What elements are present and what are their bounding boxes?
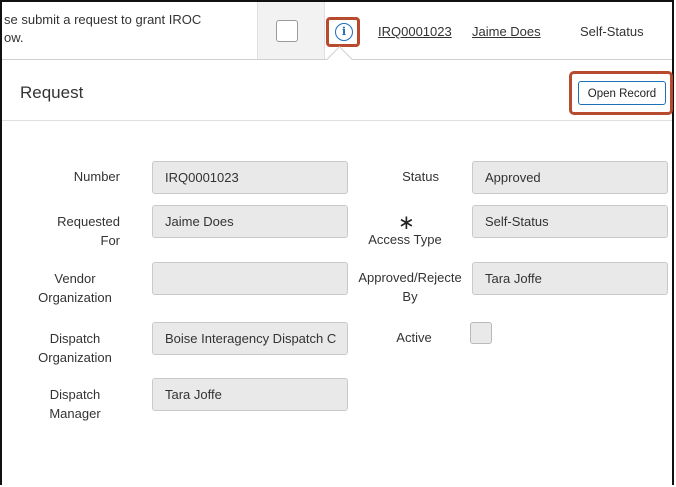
- requested-for-field[interactable]: Jaime Does: [152, 205, 348, 238]
- info-icon[interactable]: i: [335, 23, 353, 41]
- status-label: Status: [402, 169, 439, 184]
- dispatch-manager-label: Dispatch Manager: [49, 387, 101, 421]
- row-select-checkbox[interactable]: [276, 20, 298, 42]
- info-button-highlight: i: [326, 17, 360, 47]
- vendor-organization-label: Vendor Organization: [38, 271, 112, 305]
- status-field[interactable]: Approved: [472, 161, 668, 194]
- row-select-cell: [257, 2, 325, 60]
- vendor-organization-field[interactable]: [152, 262, 348, 295]
- approved-rejected-by-field[interactable]: Tara Joffe: [472, 262, 668, 295]
- record-preview-popover: Request Open Record Number IRQ0001023 Re…: [2, 59, 673, 486]
- approved-rejected-by-label: Approved/Rejecte By: [358, 270, 462, 304]
- row-access-type: Self-Status: [580, 24, 644, 39]
- row-requested-for-link[interactable]: Jaime Does: [472, 24, 541, 39]
- active-label: Active: [396, 330, 432, 345]
- active-checkbox[interactable]: [470, 322, 492, 344]
- open-record-highlight: Open Record: [569, 71, 673, 115]
- row-description: se submit a request to grant IROC ow.: [4, 12, 202, 45]
- dispatch-organization-label: Dispatch Organization: [38, 331, 112, 365]
- dispatch-organization-field[interactable]: Boise Interagency Dispatch C: [152, 322, 348, 355]
- popover-title: Request: [20, 83, 84, 102]
- dispatch-manager-field[interactable]: Tara Joffe: [152, 378, 348, 411]
- number-label: Number: [73, 169, 120, 184]
- open-record-button[interactable]: Open Record: [578, 81, 666, 105]
- access-type-field[interactable]: Self-Status: [472, 205, 668, 238]
- number-field[interactable]: IRQ0001023: [152, 161, 348, 194]
- row-number-link[interactable]: IRQ0001023: [378, 24, 452, 39]
- access-type-label: Access Type: [368, 232, 442, 247]
- requested-for-label: Requested For: [57, 214, 120, 248]
